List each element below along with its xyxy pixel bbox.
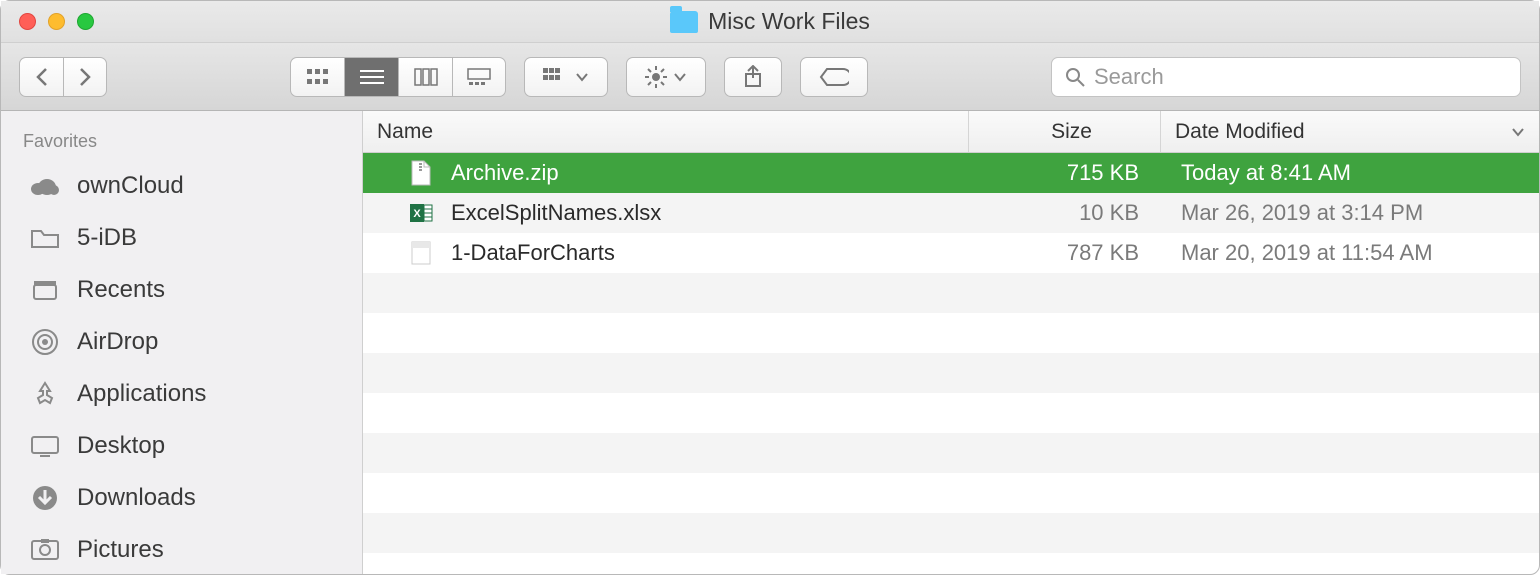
back-button[interactable] — [19, 57, 63, 97]
recents-icon — [29, 276, 61, 304]
column-name[interactable]: Name — [363, 111, 969, 152]
sidebar-item-owncloud[interactable]: ownCloud — [1, 160, 362, 212]
icon-view-button[interactable] — [290, 57, 344, 97]
forward-button[interactable] — [63, 57, 107, 97]
sidebar-item-label: Applications — [77, 380, 206, 408]
search-field[interactable] — [1051, 57, 1521, 97]
file-date: Mar 20, 2019 at 11:54 AM — [1181, 240, 1433, 266]
pictures-icon — [29, 536, 61, 564]
desktop-icon — [29, 432, 61, 460]
sidebar-item-recents[interactable]: Recents — [1, 264, 362, 316]
sidebar-item-label: ownCloud — [77, 172, 184, 200]
main-area: Favorites ownCloud 5-iDB Recents AirDrop App… — [1, 111, 1539, 574]
sidebar-item-label: AirDrop — [77, 328, 158, 356]
column-date-modified[interactable]: Date Modified — [1161, 111, 1539, 152]
file-name: Archive.zip — [451, 160, 559, 186]
group-by-button[interactable] — [524, 57, 608, 97]
zip-icon — [409, 159, 433, 187]
empty-row — [363, 513, 1539, 553]
column-headers: Name Size Date Modified — [363, 111, 1539, 153]
sidebar-item-label: 5-iDB — [77, 224, 137, 252]
owncloud-icon — [29, 172, 61, 200]
empty-row — [363, 473, 1539, 513]
folder-icon — [670, 11, 698, 33]
sidebar-item-label: Pictures — [77, 536, 164, 564]
sidebar-item-downloads[interactable]: Downloads — [1, 472, 362, 524]
sidebar-item-label: Desktop — [77, 432, 165, 460]
file-row[interactable]: X ExcelSplitNames.xlsx 10 KB Mar 26, 2019 a… — [363, 193, 1539, 233]
empty-row — [363, 553, 1539, 574]
file-name: 1-DataForCharts — [451, 240, 615, 266]
empty-row — [363, 313, 1539, 353]
file-rows: Archive.zip 715 KB Today at 8:41 AM X ExcelS… — [363, 153, 1539, 574]
action-menu-button[interactable] — [626, 57, 706, 97]
airdrop-icon — [29, 328, 61, 356]
zoom-window-button[interactable] — [77, 13, 94, 30]
sidebar-item-5-idb[interactable]: 5-iDB — [1, 212, 362, 264]
tags-button[interactable] — [800, 57, 868, 97]
sidebar-item-applications[interactable]: Applications — [1, 368, 362, 420]
chevron-down-icon — [1511, 127, 1525, 137]
toolbar — [1, 43, 1539, 111]
share-button[interactable] — [724, 57, 782, 97]
sidebar-item-label: Recents — [77, 276, 165, 304]
window-title: Misc Work Files — [708, 8, 870, 35]
sidebar-section-header: Favorites — [1, 125, 362, 160]
xlsx-icon: X — [409, 199, 433, 227]
close-window-button[interactable] — [19, 13, 36, 30]
downloads-icon — [29, 484, 61, 512]
file-name: ExcelSplitNames.xlsx — [451, 200, 661, 226]
empty-row — [363, 433, 1539, 473]
file-size: 787 KB — [1067, 240, 1139, 266]
folder-icon — [29, 224, 61, 252]
file-size: 10 KB — [1079, 200, 1139, 226]
file-row[interactable]: Archive.zip 715 KB Today at 8:41 AM — [363, 153, 1539, 193]
empty-row — [363, 273, 1539, 313]
applications-icon — [29, 380, 61, 408]
minimize-window-button[interactable] — [48, 13, 65, 30]
file-icon — [409, 239, 433, 267]
sidebar-item-pictures[interactable]: Pictures — [1, 524, 362, 574]
nav-group — [19, 57, 107, 97]
window-controls — [1, 13, 94, 30]
search-icon — [1064, 66, 1086, 88]
empty-row — [363, 393, 1539, 433]
file-date: Mar 26, 2019 at 3:14 PM — [1181, 200, 1423, 226]
sidebar-item-airdrop[interactable]: AirDrop — [1, 316, 362, 368]
empty-row — [363, 353, 1539, 393]
file-size: 715 KB — [1067, 160, 1139, 186]
svg-text:X: X — [413, 208, 421, 220]
sidebar: Favorites ownCloud 5-iDB Recents AirDrop App… — [1, 111, 363, 574]
list-view-button[interactable] — [344, 57, 398, 97]
file-row[interactable]: 1-DataForCharts 787 KB Mar 20, 2019 at 11:… — [363, 233, 1539, 273]
sidebar-item-label: Downloads — [77, 484, 196, 512]
search-input[interactable] — [1094, 64, 1508, 90]
titlebar: Misc Work Files — [1, 1, 1539, 43]
column-size[interactable]: Size — [969, 111, 1161, 152]
file-listing: Name Size Date Modified Archive.zip 715 K… — [363, 111, 1539, 574]
column-view-button[interactable] — [398, 57, 452, 97]
file-date: Today at 8:41 AM — [1181, 160, 1351, 186]
gallery-view-button[interactable] — [452, 57, 506, 97]
view-mode-group — [290, 57, 506, 97]
sidebar-item-desktop[interactable]: Desktop — [1, 420, 362, 472]
